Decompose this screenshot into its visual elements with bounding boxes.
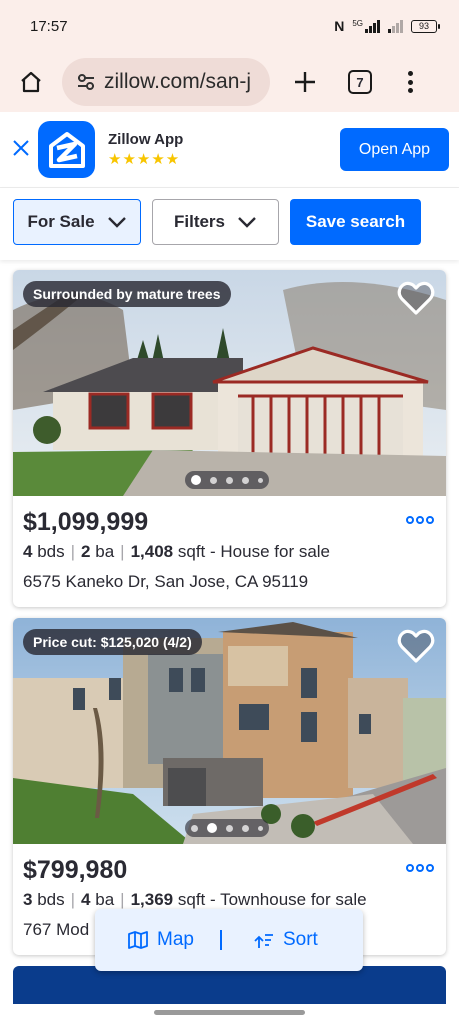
- home-button[interactable]: [18, 69, 44, 95]
- save-heart-icon[interactable]: [396, 280, 436, 316]
- listing-card[interactable]: Surrounded by mature trees $1,099,999 4 …: [13, 270, 446, 607]
- beds-unit: bds: [37, 542, 65, 561]
- sqft-value: 1,369: [130, 890, 174, 909]
- divider: [219, 930, 222, 950]
- filters-dropdown[interactable]: Filters: [152, 199, 279, 245]
- map-icon: [128, 931, 148, 949]
- filters-label: Filters: [173, 212, 226, 231]
- for-sale-dropdown[interactable]: For Sale: [13, 199, 141, 245]
- zillow-logo: [38, 121, 95, 178]
- nfc-icon: N: [334, 18, 345, 34]
- sort-label: Sort: [282, 929, 318, 950]
- address-bar[interactable]: zillow.com/san-j: [62, 58, 270, 106]
- filter-bar: For Sale Filters Save search: [0, 188, 459, 260]
- save-heart-icon[interactable]: [396, 628, 436, 664]
- home-gesture-bar[interactable]: [154, 1010, 305, 1015]
- listing-photo[interactable]: Surrounded by mature trees: [13, 270, 446, 496]
- baths-unit: ba: [95, 542, 115, 561]
- listing-facts: 4 bds | 2 ba | 1,408 sqft - House for sale: [23, 542, 331, 561]
- beds-unit: bds: [37, 890, 65, 909]
- status-bar: 17:57 N 5G 93: [0, 0, 459, 52]
- listing-card[interactable]: Price cut: $125,020 (4/2) $799,980 3 bds…: [13, 618, 446, 955]
- baths-count: 2: [81, 542, 91, 561]
- sqft-value: 1,408: [130, 542, 174, 561]
- map-sort-toggle: Map Sort: [95, 909, 363, 971]
- listing-price: $1,099,999: [23, 508, 149, 536]
- new-tab-button[interactable]: [292, 69, 318, 95]
- listing-badge: Price cut: $125,020 (4/2): [23, 629, 202, 655]
- close-icon[interactable]: [12, 139, 32, 160]
- listing-type: - Townhouse for sale: [210, 890, 367, 909]
- map-button[interactable]: Map: [128, 929, 194, 951]
- listing-badge: Surrounded by mature trees: [23, 281, 231, 307]
- tab-switcher-button[interactable]: 7: [348, 70, 372, 94]
- tab-count: 7: [356, 74, 364, 90]
- signal-5g-icon: 5G: [352, 19, 380, 33]
- sqft-unit: sqft: [177, 890, 206, 909]
- rating-stars: ★★★★★: [108, 151, 181, 168]
- listing-address[interactable]: 6575 Kaneko Dr, San Jose, CA 95119: [23, 572, 308, 592]
- url-text: zillow.com/san-j: [104, 70, 252, 93]
- battery-icon: 93: [411, 19, 440, 33]
- app-install-banner: Zillow App ★★★★★ Open App: [0, 112, 459, 188]
- beds-count: 4: [23, 542, 33, 561]
- photo-carousel-dots: [185, 471, 269, 489]
- chevron-down-icon: [107, 217, 126, 228]
- signal-secondary-icon: [388, 19, 403, 33]
- listing-price: $799,980: [23, 856, 128, 884]
- listing-photo[interactable]: Price cut: $125,020 (4/2): [13, 618, 446, 844]
- sqft-unit: sqft: [177, 542, 206, 561]
- network-type: 5G: [352, 19, 363, 28]
- more-options-icon[interactable]: [406, 864, 434, 872]
- site-settings-icon[interactable]: [76, 73, 96, 91]
- chevron-down-icon: [238, 217, 256, 228]
- sort-icon: [254, 934, 273, 948]
- app-name: Zillow App: [108, 131, 184, 148]
- browser-menu-button[interactable]: [408, 71, 413, 93]
- status-time: 17:57: [30, 17, 68, 35]
- map-label: Map: [157, 929, 194, 950]
- listing-facts: 3 bds | 4 ba | 1,369 sqft - Townhouse for sa…: [23, 890, 367, 909]
- listing-type: - House for sale: [210, 542, 331, 561]
- open-app-button[interactable]: Open App: [340, 128, 449, 171]
- photo-carousel-dots: [185, 819, 269, 837]
- listing-address[interactable]: 767 Mod: [23, 920, 89, 940]
- for-sale-label: For Sale: [27, 212, 95, 231]
- sort-button[interactable]: Sort: [254, 929, 318, 951]
- app-info: Zillow App ★★★★★: [108, 131, 340, 168]
- listing-card-partial[interactable]: [13, 966, 446, 1006]
- browser-toolbar: zillow.com/san-j 7: [0, 52, 459, 112]
- battery-level: 93: [418, 21, 429, 31]
- status-icons: N 5G 93: [334, 18, 440, 34]
- more-options-icon[interactable]: [406, 516, 434, 524]
- save-search-button[interactable]: Save search: [290, 199, 421, 245]
- baths-unit: ba: [95, 890, 115, 909]
- home-icon: [21, 71, 41, 93]
- plus-icon: [295, 72, 315, 92]
- baths-count: 4: [81, 890, 91, 909]
- beds-count: 3: [23, 890, 33, 909]
